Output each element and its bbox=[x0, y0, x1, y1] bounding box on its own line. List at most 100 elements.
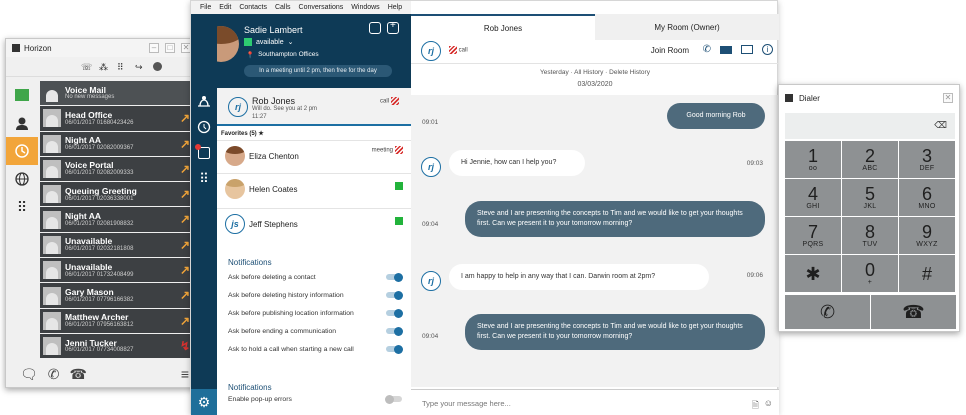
sidebar-contacts[interactable] bbox=[6, 109, 38, 137]
toggle-switch[interactable] bbox=[386, 290, 403, 300]
dial-key[interactable]: 3 DEF bbox=[899, 141, 955, 178]
dial-key[interactable]: # bbox=[899, 255, 955, 292]
rail-voicemail[interactable] bbox=[191, 140, 217, 166]
menu-item-calls[interactable]: Calls bbox=[275, 4, 291, 11]
toggle-switch[interactable] bbox=[385, 394, 402, 404]
dial-key[interactable]: 6 MNO bbox=[899, 179, 955, 216]
message-input[interactable]: Type your message here... bbox=[422, 399, 511, 408]
menu-item-windows[interactable]: Windows bbox=[351, 4, 379, 11]
menu-item-conversations[interactable]: Conversations bbox=[299, 4, 344, 11]
call-history-row[interactable]: Gary Mason 06/01/2017 07796166382 ↗ bbox=[40, 283, 196, 309]
transfer-icon[interactable]: ⁂ bbox=[99, 62, 109, 72]
tab-rob-jones[interactable]: Rob Jones bbox=[411, 14, 595, 40]
key-digit: ✱ bbox=[805, 263, 821, 284]
do-not-disturb-icon[interactable] bbox=[153, 62, 162, 71]
call-history-row[interactable]: Head Office 06/01/2017 01680423426 ↗ bbox=[40, 106, 196, 132]
attach-file-icon[interactable]: 🗎 bbox=[752, 398, 759, 414]
info-icon[interactable]: i bbox=[762, 44, 773, 55]
sidebar-directory[interactable] bbox=[6, 165, 38, 193]
emoji-icon[interactable]: ☺ bbox=[764, 398, 773, 408]
dial-key[interactable]: 0 + bbox=[842, 255, 898, 292]
call-history-row[interactable]: Queuing Greeting 06/01/2017 02036338001 ↗ bbox=[40, 182, 196, 208]
menu-icon[interactable]: ≡ bbox=[181, 366, 189, 382]
desk-phone-button[interactable]: ☎ bbox=[871, 295, 956, 329]
keypad: 1 oo 2 ABC 3 DEF 4 GHI 5 JKL 6 MNO 7 PQRS 8 TUV 9 WXYZ ✱ 0 +… bbox=[785, 141, 955, 292]
maximize-button[interactable]: □ bbox=[165, 43, 175, 53]
call-history-row[interactable]: Unavailable 06/01/2017 01732408499 ↗ bbox=[40, 258, 196, 284]
add-icon[interactable]: + bbox=[387, 20, 399, 34]
entry-text: Jenni Tucker 06/01/2017 07734008827 bbox=[65, 338, 165, 354]
desk-phone-icon[interactable]: ☎ bbox=[70, 366, 87, 383]
dialpad-grid-icon[interactable] bbox=[369, 22, 381, 34]
entry-detail: No new messages bbox=[65, 94, 115, 101]
contact-avatar bbox=[43, 311, 61, 330]
sidebar-history[interactable] bbox=[6, 137, 38, 165]
dial-key[interactable]: 9 WXYZ bbox=[899, 217, 955, 254]
dialer-window: Dialer ✕ ⌫ 1 oo 2 ABC 3 DEF 4 GHI 5 JKL 6 MNO 7 PQRS 8… bbox=[778, 84, 960, 332]
available-status-icon bbox=[395, 182, 403, 190]
favorites-heading[interactable]: Favorites (5) ★ bbox=[221, 130, 264, 137]
dial-key[interactable]: 7 PQRS bbox=[785, 217, 841, 254]
dial-key[interactable]: ✱ bbox=[785, 255, 841, 292]
favorite-contact[interactable]: js Jeff Stephens bbox=[217, 208, 411, 238]
close-button[interactable]: ✕ bbox=[943, 93, 953, 103]
profile-header: Sadie Lambert available ⌄ 📍 Southampton … bbox=[191, 14, 411, 88]
sidebar-voicemail[interactable] bbox=[6, 81, 38, 109]
profile-name: Sadie Lambert bbox=[244, 25, 303, 35]
menu-item-file[interactable]: File bbox=[200, 4, 211, 11]
call-status: call bbox=[447, 46, 468, 54]
active-conversation[interactable]: rj Rob Jones Will do. See you at 2 pm 11:… bbox=[217, 88, 411, 126]
status-selector[interactable]: available ⌄ bbox=[244, 38, 294, 46]
history-links[interactable]: Yesterday · All History · Delete History bbox=[411, 69, 779, 76]
sidebar-dialpad[interactable]: ⠿ bbox=[6, 193, 38, 221]
screen-share-icon[interactable] bbox=[741, 45, 753, 54]
rail-settings[interactable]: ⚙ bbox=[191, 389, 217, 415]
chat-icon[interactable]: 🗨 bbox=[20, 366, 38, 383]
entry-detail: 06/01/2017 02036338001 bbox=[65, 195, 134, 202]
menu-item-help[interactable]: Help bbox=[388, 4, 402, 11]
video-camera-icon[interactable] bbox=[720, 45, 732, 54]
dial-key[interactable]: 1 oo bbox=[785, 141, 841, 178]
setting-label: Ask before deleting a contact bbox=[228, 274, 316, 281]
key-letters: DEF bbox=[919, 165, 935, 172]
toggle-switch[interactable] bbox=[386, 326, 403, 336]
dialpad-icon[interactable]: ⠿ bbox=[117, 62, 127, 72]
status-note[interactable]: In a meeting until 2 pm, then free for t… bbox=[244, 65, 392, 77]
join-room-button[interactable]: Join Room bbox=[651, 46, 689, 55]
menu-item-edit[interactable]: Edit bbox=[219, 4, 231, 11]
backspace-icon[interactable]: ⌫ bbox=[934, 120, 947, 131]
menu-item-contacts[interactable]: Contacts bbox=[239, 4, 267, 11]
rail-contacts[interactable] bbox=[191, 88, 217, 114]
dial-key[interactable]: 8 TUV bbox=[842, 217, 898, 254]
dial-key[interactable]: 5 JKL bbox=[842, 179, 898, 216]
call-text: call bbox=[458, 47, 468, 54]
call-forward-icon[interactable]: ☏ bbox=[81, 62, 92, 72]
favorite-contact[interactable]: Helen Coates bbox=[217, 173, 411, 203]
call-history-row[interactable]: Matthew Archer 06/01/2017 07956163812 ↗ bbox=[40, 308, 196, 334]
call-history-row[interactable]: Night AA 06/01/2017 02081908832 ↗ bbox=[40, 207, 196, 233]
dial-display[interactable]: ⌫ bbox=[785, 113, 955, 139]
location-text: Southampton Offices bbox=[258, 51, 319, 58]
minimize-button[interactable]: – bbox=[149, 43, 159, 53]
call-history-row[interactable]: Unavailable 06/01/2017 02032181808 ↗ bbox=[40, 232, 196, 259]
call-divert-icon[interactable]: ↪ bbox=[135, 62, 145, 72]
toggle-switch[interactable] bbox=[386, 308, 403, 318]
voicemail-row[interactable]: Voice Mail No new messages bbox=[40, 81, 196, 107]
rail-dialpad[interactable]: ⠿ bbox=[191, 166, 217, 192]
call-history-row[interactable]: Voice Portal 06/01/2017 02082009333 ↗ bbox=[40, 156, 196, 183]
location[interactable]: 📍 Southampton Offices bbox=[246, 51, 319, 59]
rail-history[interactable] bbox=[191, 114, 217, 140]
call-history-row[interactable]: Night AA 06/01/2017 02082009367 ↗ bbox=[40, 131, 196, 157]
dial-key[interactable]: 4 GHI bbox=[785, 179, 841, 216]
phone-call-icon[interactable]: ✆ bbox=[703, 44, 711, 55]
favorite-contact[interactable]: Eliza Chenton meeting bbox=[217, 140, 411, 170]
call-button[interactable]: ✆ bbox=[785, 295, 870, 329]
call-history-row[interactable]: Jenni Tucker 06/01/2017 07734008827 ↯ bbox=[40, 333, 196, 359]
toggle-switch[interactable] bbox=[386, 344, 403, 354]
contact-avatar bbox=[225, 179, 245, 199]
phone-icon[interactable]: ✆ bbox=[48, 366, 60, 383]
tab-my-room[interactable]: My Room (Owner) bbox=[595, 14, 779, 40]
message-compose[interactable]: Type your message here... 🗎 ☺ bbox=[411, 389, 779, 415]
dial-key[interactable]: 2 ABC bbox=[842, 141, 898, 178]
toggle-switch[interactable] bbox=[386, 272, 403, 282]
